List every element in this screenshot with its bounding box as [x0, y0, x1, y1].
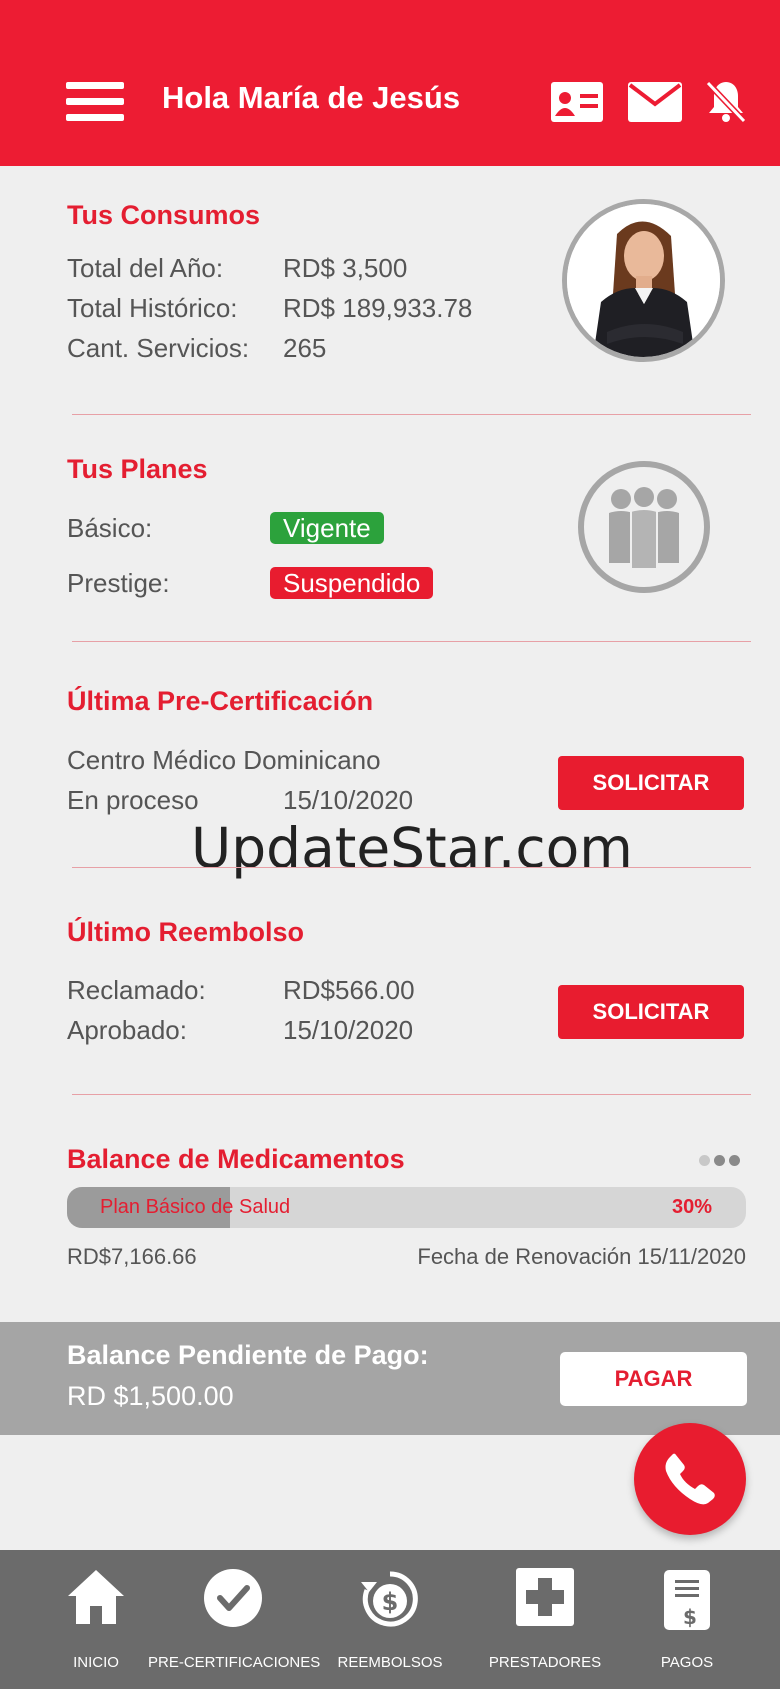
refund-dollar-icon: $ [361, 1571, 418, 1627]
reembolso-label: Reclamado: [67, 975, 206, 1005]
precert-provider: Centro Médico Dominicano [67, 745, 381, 775]
user-avatar[interactable] [562, 199, 725, 362]
consumos-label: Total Histórico: [67, 293, 238, 323]
consumos-label: Total del Año: [67, 253, 224, 283]
consumos-row: Total del Año: RD$ 3,500 [67, 253, 407, 284]
consumos-title: Tus Consumos [67, 200, 261, 230]
svg-text:$: $ [683, 1605, 697, 1629]
reembolso-row: Reclamado: RD$566.00 [67, 975, 415, 1006]
precert-title: Última Pre-Certificación [67, 686, 374, 716]
nav-item-pagos[interactable]: $ PAGOS [632, 1550, 742, 1689]
progress-percent: 30% [671, 1196, 712, 1218]
nav-label: REEMBOLSOS [337, 1654, 443, 1671]
reembolso-value: 15/10/2020 [283, 1015, 414, 1045]
carousel-dots[interactable] [699, 1153, 744, 1171]
medicamentos-progress-bar: Plan Básico de Salud 30% [67, 1187, 746, 1228]
home-icon [68, 1570, 124, 1624]
carousel-dot[interactable] [729, 1155, 740, 1166]
solicitar-precert-button[interactable]: SOLICITAR [558, 756, 744, 810]
nav-item-reembolsos[interactable]: $ REEMBOLSOS [330, 1550, 450, 1689]
bottom-navigation: INICIO PRE-CERTIFICACIONES $ REEMBOLSOS … [0, 1550, 780, 1689]
app-header: Hola María de Jesús [0, 0, 780, 166]
reembolso-label: Aprobado: [67, 1015, 187, 1045]
plan-status-badge: Vigente [270, 512, 384, 544]
medicamentos-renewal: Fecha de Renovación 15/11/2020 [417, 1244, 746, 1269]
section-divider [72, 414, 751, 415]
nav-item-inicio[interactable]: INICIO [40, 1550, 152, 1689]
hamburger-menu-icon[interactable] [66, 82, 124, 122]
carousel-dot[interactable] [699, 1155, 710, 1166]
nav-label: PRE-CERTIFICACIONES [148, 1654, 321, 1671]
plan-label-prestige: Prestige: [67, 568, 170, 598]
plan-status-badge: Suspendido [270, 567, 434, 599]
bell-off-icon[interactable] [705, 80, 747, 129]
watermark: UpdateStar.com [191, 816, 633, 880]
section-divider [72, 641, 751, 642]
consumos-row: Total Histórico: RD$ 189,933.78 [67, 293, 472, 324]
carousel-dot[interactable] [714, 1155, 725, 1166]
call-button[interactable] [634, 1423, 746, 1535]
section-divider [72, 867, 751, 868]
phone-icon [665, 1453, 715, 1505]
consumos-value: 265 [283, 333, 327, 363]
precert-date: 15/10/2020 [283, 785, 414, 815]
consumos-value: RD$ 189,933.78 [283, 293, 473, 323]
invoice-icon: $ [664, 1570, 710, 1630]
plan-label-basico: Básico: [67, 513, 153, 543]
medicamentos-title: Balance de Medicamentos [67, 1144, 405, 1174]
consumos-label: Cant. Servicios: [67, 333, 250, 363]
section-divider [72, 1094, 751, 1095]
mail-icon[interactable] [628, 82, 682, 127]
nav-label: PRESTADORES [488, 1654, 602, 1671]
group-people-icon [578, 461, 710, 593]
solicitar-reembolso-button[interactable]: SOLICITAR [558, 985, 744, 1039]
precert-status-row: En proceso 15/10/2020 [67, 785, 413, 816]
reembolso-value: RD$566.00 [283, 975, 415, 1005]
medicamentos-amount: RD$7,166.66 [67, 1244, 197, 1269]
check-circle-icon [204, 1569, 262, 1627]
medical-cross-icon [516, 1568, 574, 1626]
id-card-icon[interactable] [551, 82, 603, 127]
balance-amount: RD $1,500.00 [67, 1381, 234, 1411]
nav-item-prestadores[interactable]: PRESTADORES [485, 1550, 605, 1689]
reembolso-title: Último Reembolso [67, 917, 305, 947]
svg-text:$: $ [382, 1588, 399, 1616]
progress-plan-label: Plan Básico de Salud [100, 1196, 291, 1218]
consumos-value: RD$ 3,500 [283, 253, 408, 283]
nav-label: INICIO [73, 1654, 119, 1671]
reembolso-row: Aprobado: 15/10/2020 [67, 1015, 413, 1046]
pagar-button[interactable]: PAGAR [560, 1352, 747, 1406]
planes-title: Tus Planes [67, 454, 208, 484]
precert-status: En proceso [67, 785, 199, 815]
balance-title: Balance Pendiente de Pago: [67, 1340, 429, 1370]
balance-pending-bar: Balance Pendiente de Pago: RD $1,500.00 … [0, 1322, 780, 1435]
nav-item-pre-certificaciones[interactable]: PRE-CERTIFICACIONES [148, 1550, 321, 1689]
greeting-title: Hola María de Jesús [162, 80, 461, 115]
consumos-row: Cant. Servicios: 265 [67, 333, 326, 364]
nav-label: PAGOS [660, 1654, 714, 1671]
